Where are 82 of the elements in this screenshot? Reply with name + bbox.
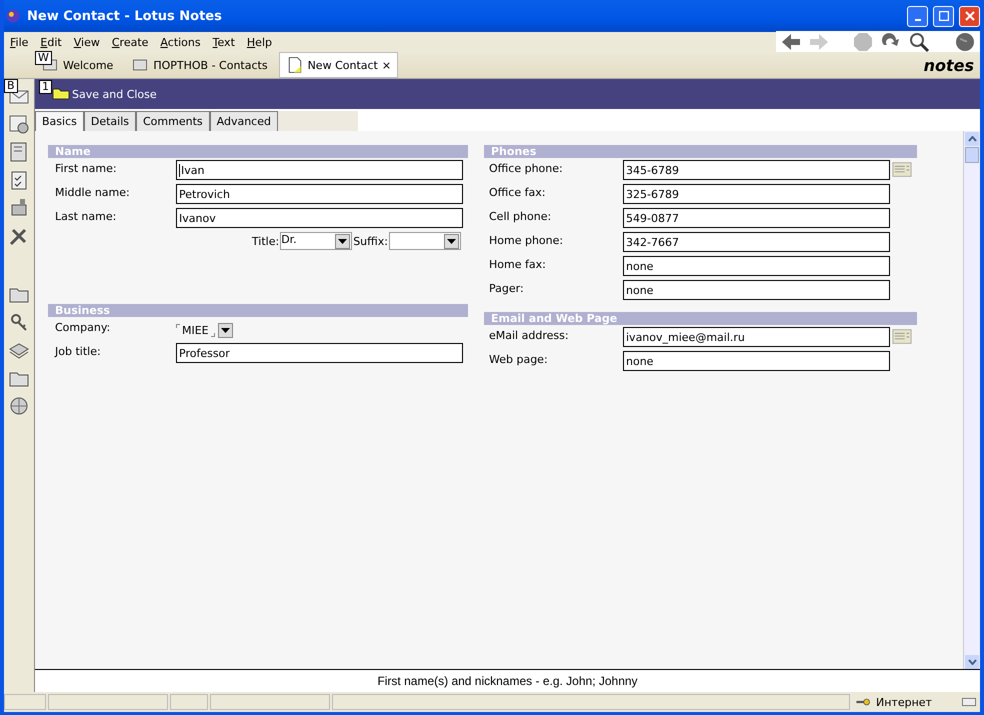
close-icon xyxy=(964,11,974,21)
input-field[interactable]: Ivanov xyxy=(176,208,463,228)
input-field[interactable]: 342-7667 xyxy=(623,232,890,252)
field-label: eMail address: xyxy=(488,328,570,342)
calendar-icon[interactable] xyxy=(8,113,30,135)
address-book-icon[interactable] xyxy=(892,327,912,347)
field-label: Home phone: xyxy=(488,233,564,247)
field-label: Cell phone: xyxy=(488,209,552,223)
field-label: First name: xyxy=(54,161,118,175)
field-label: Suffix: xyxy=(353,234,388,248)
form-tab[interactable]: Advanced xyxy=(210,111,278,131)
field-label: Last name: xyxy=(54,209,118,223)
field-label: Office fax: xyxy=(488,185,546,199)
input-field[interactable]: none xyxy=(623,351,890,371)
caret-icon xyxy=(338,238,348,244)
menu-item[interactable]: Text xyxy=(206,36,241,48)
scroll-up-button[interactable] xyxy=(965,132,979,146)
form-tab[interactable]: Basics xyxy=(35,111,84,131)
close-tab-button[interactable]: × xyxy=(382,58,392,72)
scroll-thumb[interactable] xyxy=(965,147,979,163)
search-icon[interactable] xyxy=(908,31,930,53)
brand-logo: notes xyxy=(924,56,975,74)
section-header: Name xyxy=(48,145,468,158)
status-zone: Интернет xyxy=(876,696,933,708)
menu-item[interactable]: Create xyxy=(106,36,154,48)
back-icon[interactable] xyxy=(780,31,802,53)
window-title: New Contact - Lotus Notes xyxy=(27,8,223,24)
field-label: Company: xyxy=(54,320,112,334)
section-header: Email and Web Page xyxy=(484,312,917,325)
field-label: Office phone: xyxy=(488,161,564,175)
input-field[interactable]: none xyxy=(623,280,890,300)
menu-item[interactable]: Help xyxy=(240,36,278,48)
status-panel xyxy=(170,694,208,710)
scroll-down-button[interactable] xyxy=(965,655,979,669)
save-close-button[interactable]: Save and Close xyxy=(52,81,157,107)
key-hint: 1 xyxy=(39,80,52,94)
form-tab[interactable]: Comments xyxy=(136,111,210,131)
field-label: Job title: xyxy=(54,344,102,358)
minimize-button[interactable] xyxy=(907,6,928,26)
key-hint: B xyxy=(4,79,18,93)
input-field[interactable]: none xyxy=(623,256,890,276)
app-icon xyxy=(4,7,22,25)
dropdown-button[interactable] xyxy=(218,323,233,338)
input-field[interactable]: 549-0877 xyxy=(623,208,890,228)
section-header: Business xyxy=(48,304,468,317)
keyword-field[interactable]: MIEE xyxy=(176,324,215,337)
input-field[interactable]: Ivan xyxy=(176,160,463,180)
document-tab[interactable]: ПОРТНОВ - Contacts xyxy=(124,52,275,78)
form-tab[interactable]: Details xyxy=(84,111,136,131)
input-field[interactable]: 325-6789 xyxy=(623,184,890,204)
maximize-icon xyxy=(938,11,948,21)
address-book-icon[interactable] xyxy=(892,160,912,180)
key-hint: W xyxy=(35,51,52,65)
caret-icon xyxy=(447,238,456,244)
field-label: Home fax: xyxy=(488,257,547,271)
section-header: Phones xyxy=(484,145,917,158)
field-label: Pager: xyxy=(488,281,525,295)
field-hint: First name(s) and nicknames - e.g. John; Johnny xyxy=(35,669,980,692)
input-field[interactable]: Professor xyxy=(176,343,463,363)
menu-item[interactable]: Actions xyxy=(154,36,207,48)
field-label: Title: xyxy=(252,234,280,248)
menu-item[interactable]: Edit xyxy=(34,36,68,48)
caret-icon xyxy=(220,328,230,334)
input-field[interactable]: Petrovich xyxy=(176,184,463,204)
folder-icon xyxy=(52,88,70,100)
minimize-icon xyxy=(914,19,920,21)
status-panel xyxy=(4,694,46,710)
maximize-button[interactable] xyxy=(933,6,954,26)
field-label: Web page: xyxy=(488,352,549,366)
globe-icon[interactable] xyxy=(8,395,30,417)
menu-item[interactable]: File xyxy=(4,36,34,48)
field-label: Middle name: xyxy=(54,185,131,199)
document-tab[interactable]: W Welcome xyxy=(34,52,120,78)
dropdown-field[interactable]: Dr. xyxy=(280,232,352,250)
menu-item[interactable]: View xyxy=(68,36,106,48)
input-field[interactable]: ivanov_miee@mail.ru xyxy=(623,327,890,347)
scrollbar[interactable] xyxy=(963,131,980,669)
globe-icon[interactable] xyxy=(954,31,976,53)
dropdown-field[interactable] xyxy=(389,232,461,250)
input-field[interactable]: 345-6789 xyxy=(623,160,890,180)
document-tab[interactable]: New Contact × xyxy=(278,52,398,78)
close-button[interactable] xyxy=(959,6,980,26)
